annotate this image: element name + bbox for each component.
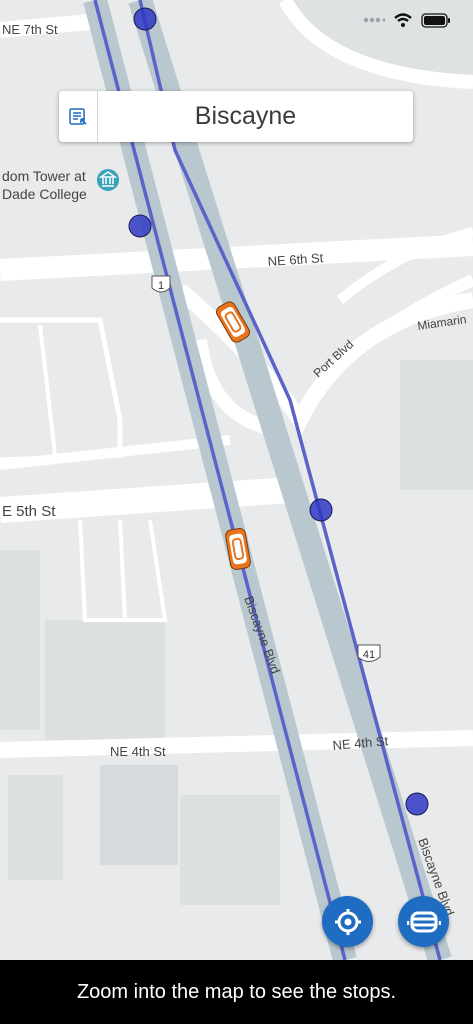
stop-marker[interactable] <box>133 7 157 31</box>
signal-dots-icon <box>363 17 385 23</box>
poi-label-line1: dom Tower at <box>2 168 86 184</box>
locate-target-icon <box>334 908 361 935</box>
wifi-icon <box>394 13 412 27</box>
stop-marker[interactable] <box>128 214 152 238</box>
route-list-icon[interactable] <box>59 91 98 142</box>
battery-icon <box>421 12 450 28</box>
stop-marker[interactable] <box>405 792 429 816</box>
route-search-value[interactable]: Biscayne <box>98 102 413 131</box>
routes-button[interactable] <box>398 896 449 947</box>
street-label-e-5th: E 5th St <box>2 503 56 520</box>
zoom-hint-text: Zoom into the map to see the stops. <box>76 980 397 1003</box>
landmark-icon[interactable] <box>97 169 119 191</box>
map-canvas[interactable]: NE 7th St NE 6th St Port Blvd Miamarin E… <box>0 0 473 960</box>
street-label-ne-7th: NE 7th St <box>2 22 58 37</box>
svg-text:1: 1 <box>158 280 164 292</box>
street-label-ne-4th-left: NE 4th St <box>110 744 166 759</box>
zoom-hint-banner: Zoom into the map to see the stops. <box>0 960 473 1024</box>
route-shield-1: 1 <box>151 275 171 293</box>
svg-text:41: 41 <box>363 649 375 661</box>
poi-label-line2: Dade College <box>2 186 87 202</box>
route-search-box[interactable]: Biscayne <box>59 91 413 142</box>
route-shield-41: 41 <box>357 644 381 662</box>
status-bar <box>363 12 451 28</box>
bus-routes-icon <box>406 911 441 932</box>
stop-marker[interactable] <box>309 498 333 522</box>
locate-button[interactable] <box>322 896 373 947</box>
